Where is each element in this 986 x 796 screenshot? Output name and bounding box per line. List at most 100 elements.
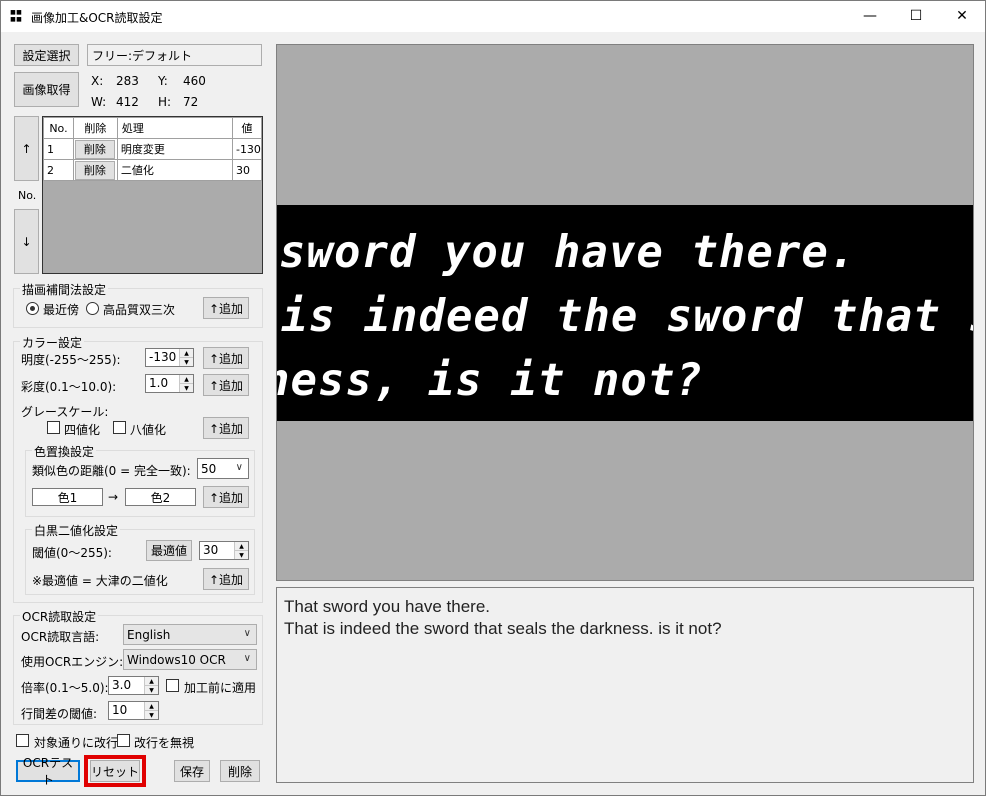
stepper-down-icon[interactable]: ▼ <box>180 357 193 366</box>
y-label: Y: <box>158 74 168 88</box>
saturation-stepper[interactable]: 1.0 ▲ ▼ <box>145 374 194 393</box>
w-value: 412 <box>116 95 139 109</box>
saturation-value: 1.0 <box>149 376 169 390</box>
save-button[interactable]: 保存 <box>174 760 210 782</box>
order-no-label: No. <box>18 189 37 202</box>
x-value: 283 <box>116 74 139 88</box>
chevron-down-icon: ∨ <box>235 462 243 473</box>
scale-label: 倍率(0.1〜5.0): <box>21 681 109 695</box>
app-icon: ■■ ■■ <box>10 9 22 23</box>
capture-image-button[interactable]: 画像取得 <box>14 72 79 107</box>
four-level-label: 四値化 <box>64 423 101 437</box>
settings-select-button[interactable]: 設定選択 <box>14 44 79 66</box>
table-row[interactable]: 1 削除 明度変更 -130 <box>43 138 263 160</box>
ignore-break-label: 改行を無視 <box>134 736 195 750</box>
ocr-test-button[interactable]: OCRテスト <box>16 756 80 787</box>
arrow-up-icon: ↑ <box>21 141 32 156</box>
bicubic-radio[interactable] <box>86 302 99 315</box>
result-line-2: That is indeed the sword that seals the … <box>284 619 722 638</box>
col-header-process: 処理 <box>116 117 233 139</box>
stepper-down-icon[interactable]: ▼ <box>145 710 158 719</box>
interp-add-button[interactable]: ↑追加 <box>203 297 249 319</box>
stepper-up-icon[interactable]: ▲ <box>180 375 193 384</box>
four-level-checkbox[interactable] <box>47 421 60 434</box>
stepper-down-icon[interactable]: ▼ <box>235 550 248 559</box>
table-row[interactable]: 2 削除 二値化 30 <box>43 159 263 181</box>
x-label: X: <box>91 74 104 88</box>
close-button[interactable]: ✕ <box>939 1 985 32</box>
threshold-stepper[interactable]: 30 ▲ ▼ <box>199 541 249 560</box>
line-gap-label: 行間差の閾値: <box>21 707 98 721</box>
maximize-icon: ☐ <box>909 8 923 24</box>
distance-label: 類似色の距離(0 = 完全一致): <box>32 464 191 478</box>
threshold-value: 30 <box>203 543 219 557</box>
stepper-up-icon[interactable]: ▲ <box>180 349 193 358</box>
close-icon: ✕ <box>956 8 968 24</box>
delete-button[interactable]: 削除 <box>220 760 260 782</box>
line-gap-stepper[interactable]: 10 ▲ ▼ <box>108 701 159 720</box>
steps-header-row: No. 削除 処理 値 <box>43 117 263 139</box>
result-line-1: That sword you have there. <box>284 597 491 616</box>
ocr-language-value: English <box>127 627 171 642</box>
preview-line-3: ness, is it not? <box>277 355 703 406</box>
brightness-label: 明度(-255〜255): <box>21 353 121 367</box>
eight-level-label: 八値化 <box>130 423 167 437</box>
distance-select[interactable]: 50 ∨ <box>197 458 249 479</box>
pre-apply-checkbox[interactable] <box>166 679 179 692</box>
grayscale-add-button[interactable]: ↑追加 <box>203 417 249 439</box>
row-delete-button[interactable]: 削除 <box>74 139 115 159</box>
stepper-down-icon[interactable]: ▼ <box>180 383 193 392</box>
preset-name-field: フリー:デフォルト <box>87 44 262 66</box>
move-up-button[interactable]: ↑ <box>14 116 39 181</box>
window-title: 画像加工&OCR読取設定 <box>31 11 163 25</box>
brightness-stepper[interactable]: -130 ▲ ▼ <box>145 348 194 367</box>
chevron-down-icon: ∨ <box>243 628 251 639</box>
color2-box[interactable]: 色2 <box>125 488 196 506</box>
col-header-delete: 削除 <box>72 117 118 139</box>
reset-button[interactable]: リセット <box>90 760 140 782</box>
brightness-add-button[interactable]: ↑追加 <box>203 347 249 369</box>
replace-arrow-icon: → <box>108 490 119 504</box>
minimize-button[interactable]: — <box>847 1 893 32</box>
pre-apply-label: 加工前に適用 <box>184 681 257 695</box>
ocr-result-textbox[interactable]: That sword you have there. That is indee… <box>276 587 974 783</box>
break-by-target-label: 対象通りに改行 <box>34 736 119 750</box>
scale-value: 3.0 <box>112 678 132 692</box>
break-by-target-checkbox[interactable] <box>16 734 29 747</box>
bicubic-label: 高品質双三次 <box>103 303 176 317</box>
saturation-add-button[interactable]: ↑追加 <box>203 374 249 396</box>
ignore-break-checkbox[interactable] <box>117 734 130 747</box>
eight-level-checkbox[interactable] <box>113 421 126 434</box>
color1-box[interactable]: 色1 <box>32 488 103 506</box>
w-label: W: <box>91 95 107 109</box>
ocr-engine-select[interactable]: Windows10 OCR ∨ <box>123 649 257 670</box>
binarize-add-button[interactable]: ↑追加 <box>203 568 249 590</box>
distance-value: 50 <box>201 461 217 476</box>
preview-line-1: sword you have there. <box>279 227 857 278</box>
optimal-value-button[interactable]: 最適値 <box>146 540 192 561</box>
ocr-language-select[interactable]: English ∨ <box>123 624 257 645</box>
move-down-button[interactable]: ↓ <box>14 209 39 274</box>
maximize-button[interactable]: ☐ <box>893 1 939 32</box>
row-delete-button[interactable]: 削除 <box>74 160 115 180</box>
stepper-up-icon[interactable]: ▲ <box>145 677 158 686</box>
stepper-down-icon[interactable]: ▼ <box>145 685 158 694</box>
row-process: 二値化 <box>116 159 233 181</box>
color-replace-title: 色置換設定 <box>32 443 97 460</box>
col-header-value: 値 <box>231 117 263 139</box>
scale-stepper[interactable]: 3.0 ▲ ▼ <box>108 676 159 695</box>
nearest-radio[interactable] <box>26 302 39 315</box>
replace-add-button[interactable]: ↑追加 <box>203 486 249 508</box>
row-no: 2 <box>43 159 74 181</box>
binarize-title: 白黒二値化設定 <box>32 522 121 539</box>
process-steps-grid: No. 削除 処理 値 1 削除 明度変更 -130 2 削除 二値化 30 <box>42 116 263 274</box>
color-group-title: カラー設定 <box>20 334 85 351</box>
col-header-no: No. <box>43 117 74 139</box>
brightness-value: -130 <box>149 350 177 364</box>
ocr-engine-value: Windows10 OCR <box>127 652 226 667</box>
grayscale-label: グレースケール: <box>21 405 109 419</box>
h-label: H: <box>158 95 172 109</box>
stepper-up-icon[interactable]: ▲ <box>145 702 158 711</box>
captured-image: sword you have there. is indeed the swor… <box>277 205 973 421</box>
stepper-up-icon[interactable]: ▲ <box>235 542 248 551</box>
